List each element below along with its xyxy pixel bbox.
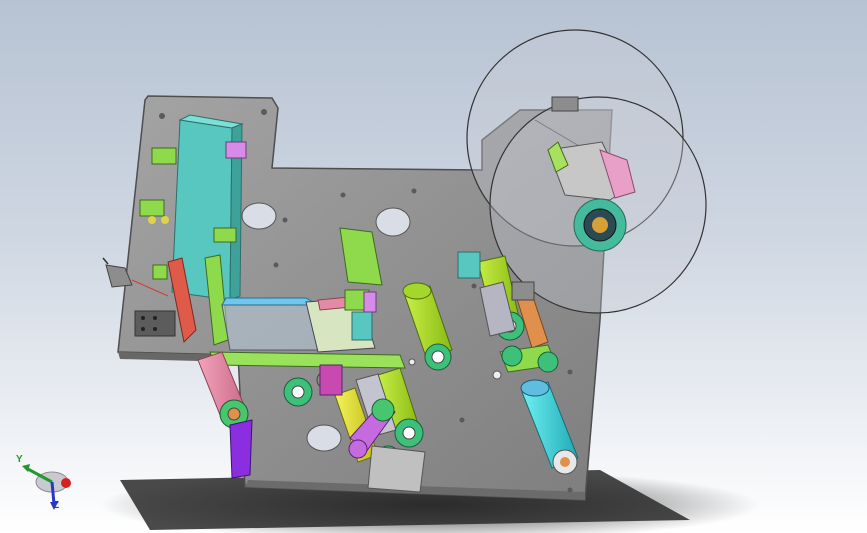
triad-graphic — [22, 464, 71, 510]
assembly-model[interactable] — [0, 0, 867, 533]
mount-block[interactable] — [134, 310, 176, 337]
y-axis-label: Y — [16, 454, 23, 465]
axis-triad[interactable]: Y Z — [14, 448, 84, 518]
cad-viewport[interactable]: Y Z — [0, 0, 867, 533]
z-axis-label: Z — [53, 500, 60, 511]
purple-block[interactable] — [229, 419, 253, 479]
tension-arm[interactable] — [499, 344, 559, 373]
